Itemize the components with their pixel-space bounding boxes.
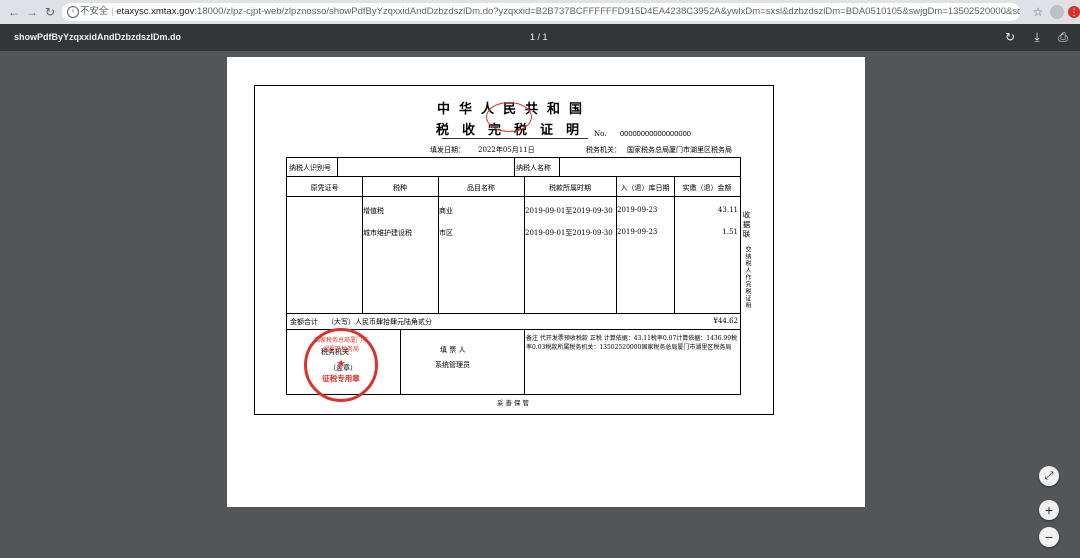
certificate-number: 00000000000000000 [620, 129, 691, 138]
url-path: :18000/zlpz-cjpt-web/zlpznosso/showPdfBy… [194, 6, 1020, 17]
column-header: 品目名称 [467, 184, 495, 192]
column-header: 实缴（退）金额 [682, 184, 732, 192]
seal-arc-text: 国家税务总局厦门市湖里区税务局 [313, 337, 368, 353]
seal-center-text: 征税专用章 [322, 374, 360, 383]
forward-arrow-icon[interactable]: → [24, 4, 40, 20]
title-underline [442, 138, 588, 139]
column-header: 原凭证号 [310, 184, 339, 192]
total-label: 金额合计 [290, 318, 318, 326]
column-header: 税款所属时期 [549, 184, 591, 192]
seal-star-icon: ★ [336, 357, 346, 370]
remark-text: 备注 代开发票预收税款 正税 计算依据：43.11税率0.07计算依据：1436… [526, 335, 738, 351]
total-in-words: （大写）人民币肆拾肆元陆角贰分 [327, 318, 432, 326]
row-date: 2019-09-23 [617, 228, 658, 236]
zoom-in-button[interactable]: + [1039, 500, 1059, 520]
tax-authority-label: 税务机关： [586, 146, 621, 154]
browser-toolbar: ← → ↻ i 不安全 | etaxysc.xmtax.gov:18000/zl… [0, 0, 1080, 24]
row-item: 商业 [439, 207, 453, 215]
row-period: 2019-09-01至2019-09-30 [525, 207, 613, 215]
info-icon[interactable]: i [67, 6, 79, 18]
taxpayer-id-label: 纳税人识别号 [289, 164, 331, 172]
address-bar[interactable]: i 不安全 | etaxysc.xmtax.gov:18000/zlpz-cjp… [62, 3, 1020, 21]
pdf-page: 中华人民共和国 税收完税证明 No. 00000000000000000 填发日… [227, 57, 865, 507]
reload-icon[interactable]: ↻ [42, 4, 58, 20]
zoom-out-button[interactable]: − [1039, 527, 1059, 547]
side-note: 交纳税人作完税证明 [744, 246, 751, 309]
no-label: No. [594, 130, 607, 138]
pdf-file-title: showPdfByYzqxxidAndDzbzdszlDm.do [14, 32, 182, 42]
footer-note: 妥善保管 [497, 399, 531, 407]
side-copy-label: 收据联 [742, 211, 751, 240]
pdf-toolbar: showPdfByYzqxxidAndDzbzdszlDm.do 1 / 1 ↻… [0, 24, 1080, 51]
url-host: etaxysc.xmtax.gov [116, 6, 195, 17]
profile-avatar-icon[interactable] [1050, 5, 1064, 19]
security-label: 不安全 [80, 6, 109, 17]
official-red-seal: 国家税务总局厦门市湖里区税务局 ★ 征税专用章 [304, 328, 378, 402]
small-red-seal [486, 102, 532, 132]
taxpayer-name-label: 纳税人名称 [516, 164, 551, 172]
rotate-icon[interactable]: ↻ [1003, 30, 1017, 44]
tax-certificate: 中华人民共和国 税收完税证明 No. 00000000000000000 填发日… [254, 85, 774, 415]
row-date: 2019-09-23 [617, 206, 658, 214]
print-icon[interactable]: ⎙ [1056, 30, 1070, 44]
row-amount: 43.11 [717, 206, 738, 214]
tax-authority: 国家税务总局厦门市湖里区税务局 [627, 146, 732, 154]
row-tax-type: 城市维护建设税 [363, 229, 412, 237]
download-icon[interactable]: ⤓ [1030, 30, 1044, 44]
filler-name: 系统管理员 [435, 361, 470, 369]
filler-label: 填 票 人 [440, 346, 466, 354]
column-header: 入（退）库日期 [620, 184, 670, 192]
page-indicator: 1 / 1 [530, 32, 548, 42]
menu-icon[interactable]: ⋮ [1068, 6, 1080, 18]
row-amount: 1.51 [722, 228, 738, 236]
total-amount: ¥44.62 [713, 317, 739, 325]
column-header: 税种 [393, 184, 407, 192]
row-item: 市区 [439, 229, 453, 237]
issue-date: 2022年05月11日 [478, 146, 535, 154]
issue-date-label: 填发日期： [430, 146, 465, 154]
row-period: 2019-09-01至2019-09-30 [525, 229, 613, 237]
star-icon[interactable]: ☆ [1030, 4, 1046, 20]
back-arrow-icon[interactable]: ← [6, 4, 22, 20]
row-tax-type: 增值税 [363, 207, 384, 215]
fit-to-page-icon[interactable]: ⤢ [1039, 466, 1059, 486]
